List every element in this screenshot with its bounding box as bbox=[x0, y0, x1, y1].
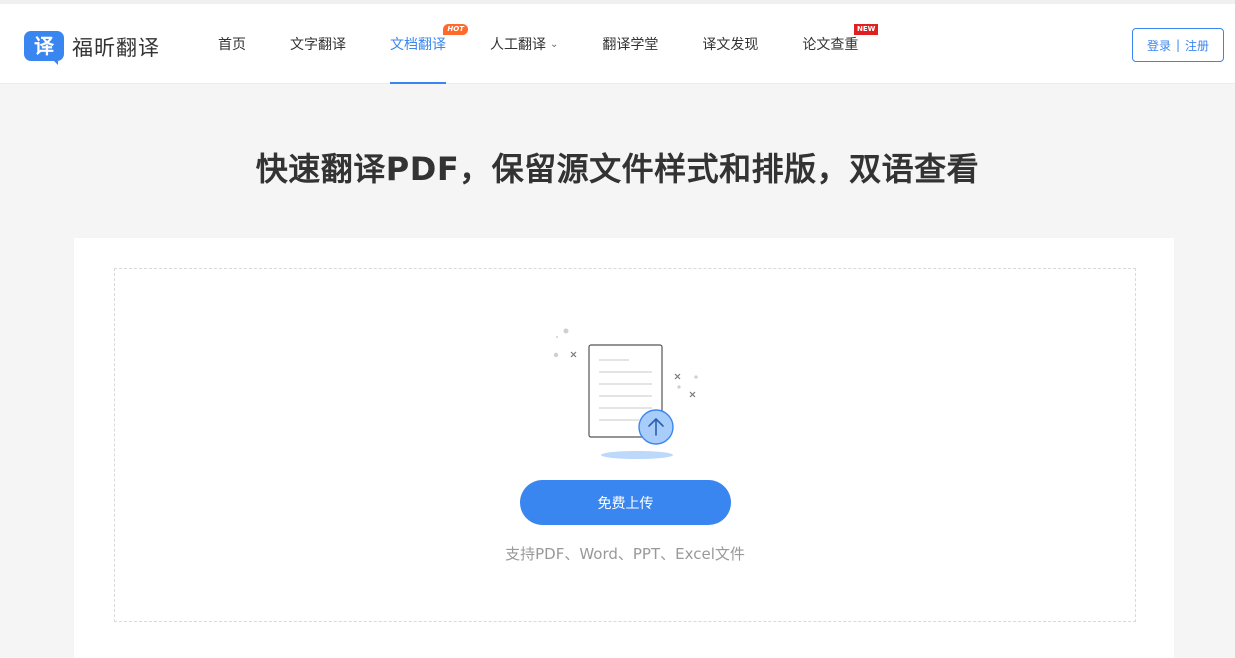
nav-item-plagiarism-check[interactable]: 论文查重 NEW bbox=[780, 4, 880, 84]
login-link[interactable]: 登录 bbox=[1147, 37, 1171, 54]
document-upload-icon bbox=[553, 328, 698, 459]
site-header: 译 福昕翻译 首页 文字翻译 文档翻译 HOT 人工翻译 ⌄ 翻译学堂 译文发现… bbox=[0, 4, 1235, 84]
new-badge: NEW bbox=[854, 24, 879, 35]
brand-name: 福昕翻译 bbox=[72, 36, 160, 60]
page-title: 快速翻译PDF，保留源文件样式和排版，双语查看 bbox=[255, 150, 980, 188]
main-nav: 首页 文字翻译 文档翻译 HOT 人工翻译 ⌄ 翻译学堂 译文发现 论文查重 N… bbox=[196, 4, 880, 84]
nav-item-translation-school[interactable]: 翻译学堂 bbox=[580, 4, 680, 84]
logo-glyph: 译 bbox=[24, 30, 64, 61]
nav-item-human-translate[interactable]: 人工翻译 ⌄ bbox=[468, 4, 580, 84]
nav-item-translation-discover[interactable]: 译文发现 bbox=[680, 4, 780, 84]
file-dropzone[interactable]: 免费上传 支持PDF、Word、PPT、Excel文件 bbox=[114, 268, 1136, 622]
nav-item-text-translate[interactable]: 文字翻译 bbox=[268, 4, 368, 84]
supported-formats-text: 支持PDF、Word、PPT、Excel文件 bbox=[505, 545, 745, 563]
nav-item-document-translate[interactable]: 文档翻译 HOT bbox=[368, 4, 468, 84]
register-link[interactable]: 注册 bbox=[1185, 37, 1209, 54]
free-upload-button[interactable]: 免费上传 bbox=[520, 480, 731, 525]
nav-item-home[interactable]: 首页 bbox=[196, 4, 268, 84]
chevron-down-icon: ⌄ bbox=[550, 38, 559, 50]
auth-separator: | bbox=[1175, 38, 1181, 52]
hot-badge: HOT bbox=[443, 24, 468, 35]
brand-logo[interactable]: 译 福昕翻译 bbox=[24, 29, 160, 65]
login-register-button[interactable]: 登录 | 注册 bbox=[1132, 28, 1224, 62]
upload-panel: 免费上传 支持PDF、Word、PPT、Excel文件 bbox=[74, 238, 1174, 658]
translate-logo-icon: 译 bbox=[24, 30, 64, 65]
